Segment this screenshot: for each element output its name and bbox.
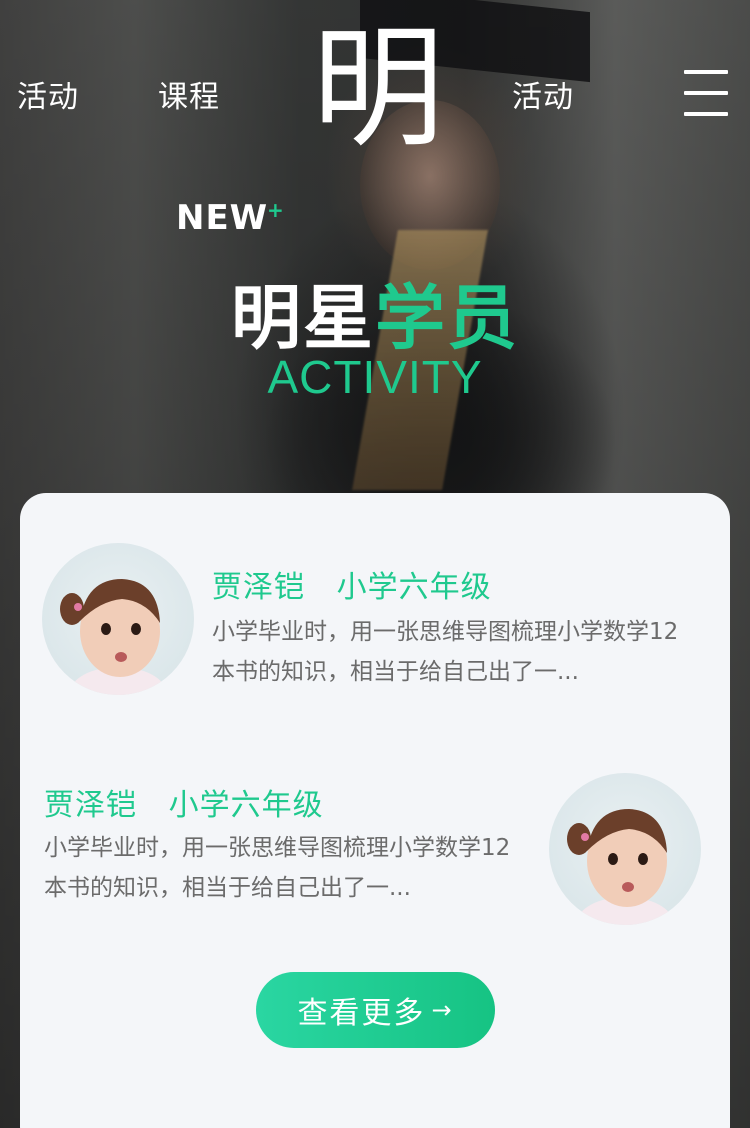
nav-item-activity[interactable]: 活动 — [17, 72, 79, 116]
view-more-label: 查看更多 — [297, 996, 426, 1031]
logo[interactable]: 明 — [308, 14, 448, 164]
arrow-right-icon: → — [431, 996, 454, 1024]
student-description: 小学毕业时，用一张思维导图梳理小学数学12 本书的知识，相当于给自己出了一... — [44, 828, 510, 908]
child-avatar-icon — [60, 579, 166, 695]
section-title-green: 学员 — [375, 277, 519, 359]
student-grade: 小学六年级 — [168, 788, 324, 823]
student-avatar[interactable] — [42, 543, 194, 695]
new-plus-icon: + — [267, 198, 284, 222]
view-more-button[interactable]: 查看更多 → — [256, 972, 495, 1048]
student-name: 贾泽铠 — [44, 788, 137, 823]
student-grade: 小学六年级 — [336, 570, 492, 605]
nav-item-activity-right[interactable]: 活动 — [512, 72, 574, 116]
child-avatar-icon — [567, 809, 673, 925]
new-label: NEW — [176, 198, 269, 238]
student-desc-line: 小学毕业时，用一张思维导图梳理小学数学12 — [44, 835, 511, 861]
student-desc-line: 本书的知识，相当于给自己出了一... — [212, 659, 579, 685]
nav-item-course[interactable]: 课程 — [158, 72, 220, 116]
student-description: 小学毕业时，用一张思维导图梳理小学数学12 本书的知识，相当于给自己出了一... — [212, 612, 678, 692]
student-avatar[interactable] — [549, 773, 701, 925]
student-name-grade: 贾泽铠 小学六年级 — [212, 562, 492, 606]
hamburger-menu-icon[interactable] — [684, 70, 728, 116]
section-title-white: 明星 — [231, 277, 375, 359]
student-desc-line: 本书的知识，相当于给自己出了一... — [44, 875, 411, 901]
student-desc-line: 小学毕业时，用一张思维导图梳理小学数学12 — [212, 619, 679, 645]
section-subtitle: ACTIVITY — [267, 351, 483, 403]
student-name-grade: 贾泽铠 小学六年级 — [44, 780, 324, 824]
student-name: 贾泽铠 — [212, 570, 305, 605]
section-title: 明星学员 — [0, 262, 750, 363]
